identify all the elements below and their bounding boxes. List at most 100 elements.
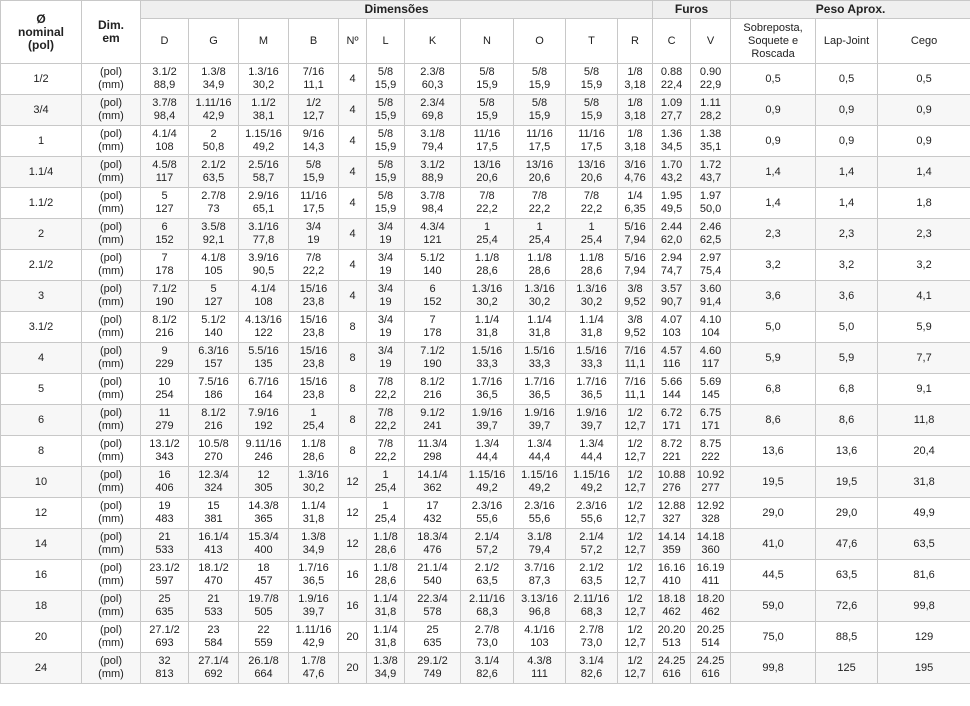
value-text: 1.09	[660, 97, 683, 109]
value-text: 1	[310, 407, 317, 419]
value-text: 44,4	[476, 451, 498, 463]
column-header: N	[460, 18, 514, 64]
value-cell-b: 15/16 23,8	[288, 342, 339, 374]
value-cell-g: 6.3/16 157	[188, 342, 239, 374]
value-cell-t: 1.1/4 31,8	[565, 311, 618, 343]
value-text: 22,2	[476, 203, 498, 215]
value-cell-m: 4.1/4 108	[238, 280, 289, 312]
peso-cell: 1,4	[877, 156, 970, 188]
value-cell-k: 7 178	[404, 311, 461, 343]
value-text: 140	[423, 265, 442, 277]
value-cell-v: 16.19 411	[690, 559, 732, 591]
value-cell-d: 6 152	[140, 218, 189, 250]
value-text: 1.1/4	[373, 593, 398, 605]
value-text: 103	[530, 637, 549, 649]
value-text: 246	[254, 451, 273, 463]
value-text: 43,7	[699, 172, 722, 184]
value-text: 20,6	[580, 172, 603, 184]
unit-label: (pol)	[99, 66, 122, 78]
value-text: 3/8	[627, 314, 643, 326]
column-header: Nº	[338, 18, 367, 64]
peso-cell: 1,8	[877, 187, 970, 219]
value-text: 15,9	[374, 79, 397, 91]
value-cell-t: 2.7/8 73,0	[565, 621, 618, 653]
unit-cell: (pol) (mm)	[81, 466, 141, 498]
value-cell-c: 8.72 221	[652, 435, 692, 467]
unit-label: (pol)	[99, 159, 122, 171]
value-cell-n: 1 25,4	[460, 218, 514, 250]
value-text: 57,2	[476, 544, 498, 556]
value-text: 1.1/8	[301, 438, 326, 450]
value-text: 2.94	[660, 252, 683, 264]
peso-cell: 0,5	[815, 63, 879, 95]
value-cell-v: 0.90 22,9	[690, 63, 732, 95]
unit-label: (mm)	[98, 451, 124, 463]
value-cell-no: 8	[338, 373, 367, 405]
value-text: 20.25	[696, 624, 725, 636]
unit-cell: (pol) (mm)	[81, 528, 141, 560]
unit-label: (mm)	[98, 389, 124, 401]
peso-cell: 0,9	[815, 94, 879, 126]
peso-cell: 8,6	[730, 404, 817, 436]
value-cell-r: 1/2 12,7	[616, 466, 654, 498]
value-text: 20,6	[476, 172, 498, 184]
column-header: B	[288, 18, 339, 64]
header-dim: Dim. em	[81, 0, 141, 64]
value-cell-g: 18.1/2 470	[188, 559, 239, 591]
value-text: 5/16	[624, 252, 646, 264]
value-text: 68,3	[476, 606, 498, 618]
value-cell-n: 1.3/4 44,4	[460, 435, 514, 467]
value-cell-d: 13.1/2 343	[140, 435, 189, 467]
value-text: 559	[254, 637, 273, 649]
value-cell-c: 14.14 359	[652, 528, 692, 560]
value-text: 4.1/4	[152, 128, 177, 140]
value-text: 15,9	[528, 79, 551, 91]
peso-cell: 0,9	[730, 125, 817, 157]
value-text: 411	[701, 575, 720, 587]
value-text: 19	[379, 327, 392, 339]
value-text: 813	[155, 668, 174, 680]
value-text: 1.11	[700, 97, 721, 109]
value-text: 157	[204, 358, 223, 370]
peso-cell: 63,5	[815, 559, 879, 591]
value-cell-k: 7.1/2 190	[404, 342, 461, 374]
unit-label: (pol)	[99, 655, 122, 667]
value-text: 18	[257, 562, 270, 574]
value-text: 18.18	[657, 593, 686, 605]
peso-cell: 5,9	[877, 311, 970, 343]
peso-cell: 59,0	[730, 590, 817, 622]
value-cell-g: 8.1/2 216	[188, 404, 239, 436]
value-text: 90,5	[252, 265, 275, 277]
value-text: 10.88	[657, 469, 686, 481]
value-cell-l: 1.1/4 31,8	[366, 621, 405, 653]
value-text: 3/4	[377, 252, 394, 264]
value-text: 8.75	[699, 438, 722, 450]
unit-label: (mm)	[98, 482, 124, 494]
value-cell-v: 4.60 117	[690, 342, 732, 374]
value-text: 121	[423, 234, 442, 246]
column-header: C	[652, 18, 692, 64]
value-text: 3.57	[660, 283, 683, 295]
value-text: 5	[161, 190, 168, 202]
value-text: 192	[254, 420, 273, 432]
value-cell-l: 5/8 15,9	[366, 63, 405, 95]
value-cell-n: 3.1/4 82,6	[460, 652, 514, 684]
value-text: 15,9	[374, 172, 397, 184]
value-text: 1.15/16	[245, 128, 282, 140]
value-text: 4.3/4	[420, 221, 445, 233]
value-cell-r: 5/16 7,94	[616, 249, 654, 281]
value-text: 1.15/16	[573, 469, 610, 481]
value-cell-k: 9.1/2 241	[404, 404, 461, 436]
value-cell-t: 3.1/4 82,6	[565, 652, 618, 684]
value-text: 22,9	[699, 79, 722, 91]
value-text: 4.3/8	[527, 655, 552, 667]
value-cell-b: 15/16 23,8	[288, 311, 339, 343]
value-cell-n: 2.1/2 63,5	[460, 559, 514, 591]
value-cell-d: 16 406	[140, 466, 189, 498]
value-text: 3/4	[305, 221, 322, 233]
column-header: Sobreposta, Soquete e Roscada	[730, 18, 817, 64]
unit-label: (mm)	[98, 606, 124, 618]
value-cell-b: 1.9/16 39,7	[288, 590, 339, 622]
value-text: 87,3	[528, 575, 551, 587]
peso-cell: 11,8	[877, 404, 970, 436]
